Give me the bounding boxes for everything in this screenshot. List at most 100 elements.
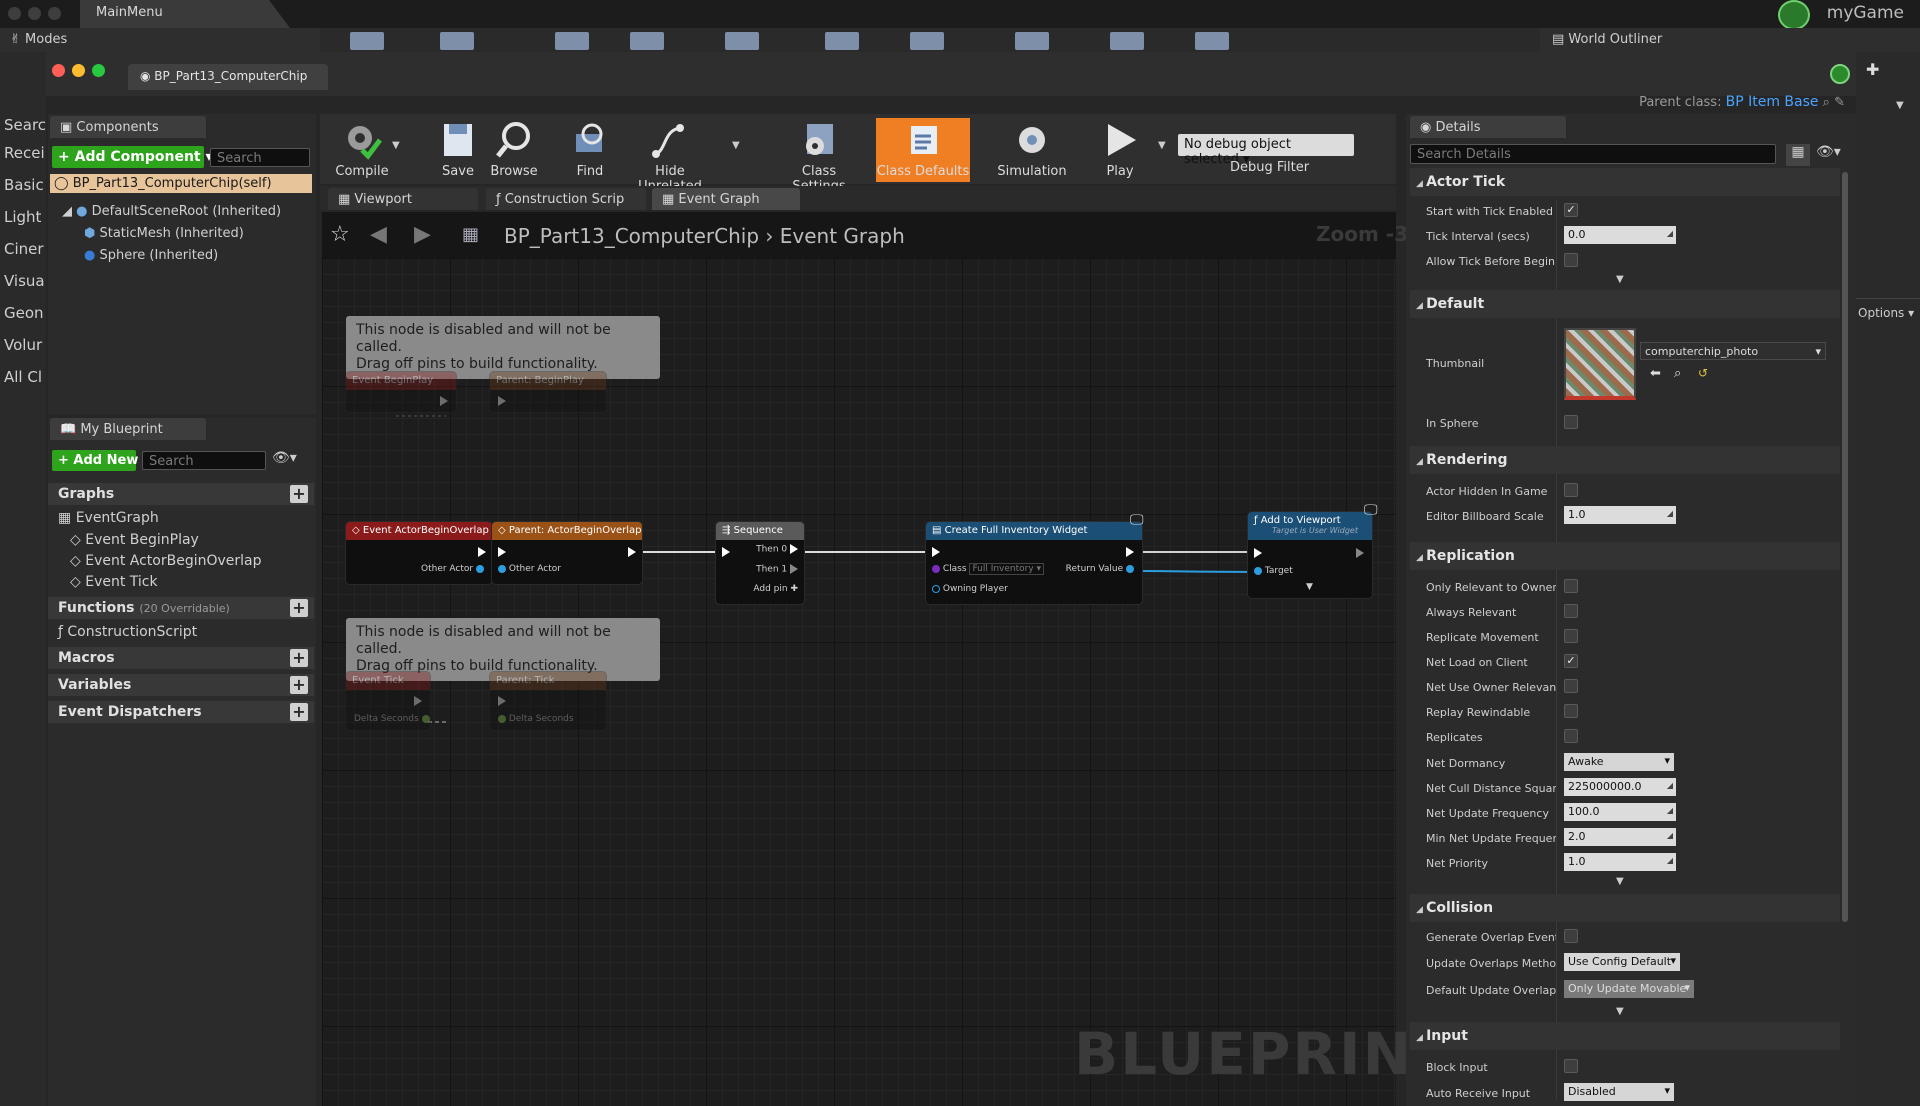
class-pin[interactable]: Class Full Inventory ▾ [932, 563, 1045, 575]
net-priority-input[interactable]: 1.0 [1564, 853, 1676, 871]
node-parent-beginplay[interactable]: Parent: BeginPlay [490, 372, 606, 412]
add-variable-button[interactable]: + [290, 676, 308, 694]
world-outliner-tab[interactable]: ▤ World Outliner [1540, 28, 1920, 52]
thumbnail-image[interactable] [1564, 328, 1636, 400]
add-new-button[interactable]: + Add New ▾ [52, 450, 149, 471]
cinematics-icon[interactable] [910, 32, 944, 50]
min-net-update-input[interactable]: 2.0 [1564, 828, 1676, 846]
component-static-mesh[interactable]: ⬢ StaticMesh (Inherited) [84, 226, 244, 241]
net-load-checkbox[interactable]: ✓ [1564, 654, 1578, 668]
close-dot[interactable] [8, 7, 21, 20]
net-cull-input[interactable]: 225000000.0 [1564, 778, 1676, 796]
section-input[interactable]: Input [1410, 1022, 1840, 1050]
main-menu-tab[interactable]: MainMenu [80, 0, 290, 28]
macros-section[interactable]: Macros [48, 647, 314, 669]
place-lights[interactable]: Light [4, 208, 46, 226]
viewport-tab[interactable]: ▦ Viewport [328, 188, 478, 210]
add-macro-button[interactable]: + [290, 649, 308, 667]
graphs-section[interactable]: Graphs [48, 483, 314, 505]
generate-overlap-checkbox[interactable] [1564, 929, 1578, 943]
section-actor-tick[interactable]: Actor Tick [1410, 168, 1840, 196]
class-select[interactable]: Full Inventory ▾ [969, 563, 1045, 575]
billboard-scale-input[interactable]: 1.0 [1564, 506, 1676, 524]
blueprint-document-tab[interactable]: ◉ BP_Part13_ComputerChip [128, 64, 328, 90]
event-tick-item[interactable]: ◇ Event Tick [70, 574, 158, 590]
place-recent[interactable]: Recei [4, 144, 46, 162]
add-graph-button[interactable]: + [290, 485, 308, 503]
browse-asset-icon[interactable]: ⌕ [1674, 366, 1681, 381]
node-parent-actor-begin-overlap[interactable]: ◇ Parent: ActorBeginOverlap Other Actor [492, 522, 642, 584]
net-owner-checkbox[interactable] [1564, 679, 1578, 693]
edit-parent-icon[interactable]: ✎ [1834, 95, 1845, 110]
exec-out-pin[interactable] [478, 547, 486, 557]
section-collision[interactable]: Collision [1410, 894, 1840, 922]
exec-pin[interactable] [498, 696, 506, 706]
bp-minimize-dot[interactable] [72, 64, 85, 77]
add-function-button[interactable]: + [290, 599, 308, 617]
add-component-button[interactable]: + Add Component ▾ [52, 146, 213, 168]
marketplace-icon[interactable] [630, 32, 664, 50]
disabled-comment-1[interactable]: This node is disabled and will not be ca… [346, 316, 660, 379]
node-create-widget[interactable]: ▤ Create Full Inventory Widget Class Ful… [926, 522, 1142, 604]
section-default[interactable]: Default [1410, 290, 1840, 318]
place-basic[interactable]: Basic [4, 176, 46, 194]
event-beginplay-item[interactable]: ◇ Event BeginPlay [70, 532, 199, 548]
only-owner-checkbox[interactable] [1564, 579, 1578, 593]
replicate-movement-checkbox[interactable] [1564, 629, 1578, 643]
node-event-beginplay[interactable]: Event BeginPlay [346, 372, 456, 412]
return-value-pin[interactable]: Return Value [1066, 564, 1134, 574]
node-parent-tick[interactable]: Parent: Tick Delta Seconds [490, 672, 606, 730]
owning-player-pin[interactable]: Owning Player [932, 584, 1008, 594]
place-geometry[interactable]: Geon [4, 304, 46, 322]
exec-out-pin[interactable] [628, 547, 636, 557]
then0-pin[interactable]: Then 0 [756, 544, 798, 555]
place-search[interactable]: Searc [4, 116, 46, 134]
bp-close-dot[interactable] [52, 64, 65, 77]
zoom-dot[interactable] [48, 7, 61, 20]
hidden-in-game-checkbox[interactable] [1564, 483, 1578, 497]
my-blueprint-tab[interactable]: 📖 My Blueprint [50, 418, 206, 440]
use-selected-arrow-icon[interactable]: ⬅ [1650, 366, 1661, 381]
place-volumes[interactable]: Volur [4, 336, 46, 354]
breadcrumb-blueprint[interactable]: BP_Part13_ComputerChip [504, 224, 759, 248]
exec-out-pin[interactable] [1126, 547, 1134, 557]
component-sphere[interactable]: ● Sphere (Inherited) [84, 248, 218, 263]
save-level-icon[interactable] [350, 32, 384, 50]
place-cinematic[interactable]: Ciner [4, 240, 46, 258]
exec-pin[interactable] [498, 396, 506, 406]
start-tick-checkbox[interactable]: ✓ [1564, 203, 1578, 217]
expand-advanced-icon[interactable]: ▼ [1616, 1006, 1624, 1017]
net-update-frequency-input[interactable]: 100.0 [1564, 803, 1676, 821]
back-arrow-icon[interactable]: ◀ [370, 222, 387, 247]
delta-seconds-in-pin[interactable]: Delta Seconds [498, 714, 574, 724]
bp-zoom-dot[interactable] [92, 64, 105, 77]
thumbnail-asset-select[interactable]: computerchip_photo ▾ [1640, 342, 1826, 360]
tick-interval-input[interactable]: 0.0 [1564, 226, 1676, 244]
breadcrumb-graph[interactable]: Event Graph [780, 224, 905, 248]
details-search-input[interactable]: Search Details [1410, 144, 1776, 164]
simulation-button[interactable]: Simulation [990, 118, 1074, 182]
node-event-actor-begin-overlap[interactable]: ◇ Event ActorBeginOverlap Other Actor [346, 522, 492, 584]
outliner-collapse-arrow-icon[interactable]: ▼ [1896, 100, 1904, 111]
other-actor-in-pin[interactable]: Other Actor [498, 564, 561, 574]
default-update-overlaps-select[interactable]: Only Update Movable [1564, 980, 1694, 998]
minimize-dot[interactable] [28, 7, 41, 20]
then1-pin[interactable]: Then 1 [756, 564, 798, 575]
always-relevant-checkbox[interactable] [1564, 604, 1578, 618]
exec-in-pin[interactable] [498, 547, 506, 557]
debug-object-select[interactable]: No debug object selected ▾ [1178, 134, 1354, 167]
options-menu[interactable]: Options ▾ [1858, 306, 1914, 320]
settings-icon[interactable] [725, 32, 759, 50]
expand-advanced-icon[interactable]: ▼ [1616, 876, 1624, 887]
construction-script-item[interactable]: ƒ ConstructionScript [58, 624, 197, 640]
event-graph-tab[interactable]: ▦ Event Graph [652, 188, 800, 210]
view-options-eye-icon[interactable]: 👁▾ [272, 450, 297, 466]
components-tab[interactable]: ▣ Components [50, 116, 206, 138]
exec-in-pin[interactable] [722, 547, 730, 557]
block-input-checkbox[interactable] [1564, 1059, 1578, 1073]
build-icon[interactable] [1015, 32, 1049, 50]
add-pin-button[interactable]: Add pin ✚ [753, 584, 798, 594]
advanced-expand-icon[interactable]: ▼ [1306, 582, 1313, 592]
compile-button[interactable]: Compile [322, 118, 402, 182]
replay-checkbox[interactable] [1564, 704, 1578, 718]
